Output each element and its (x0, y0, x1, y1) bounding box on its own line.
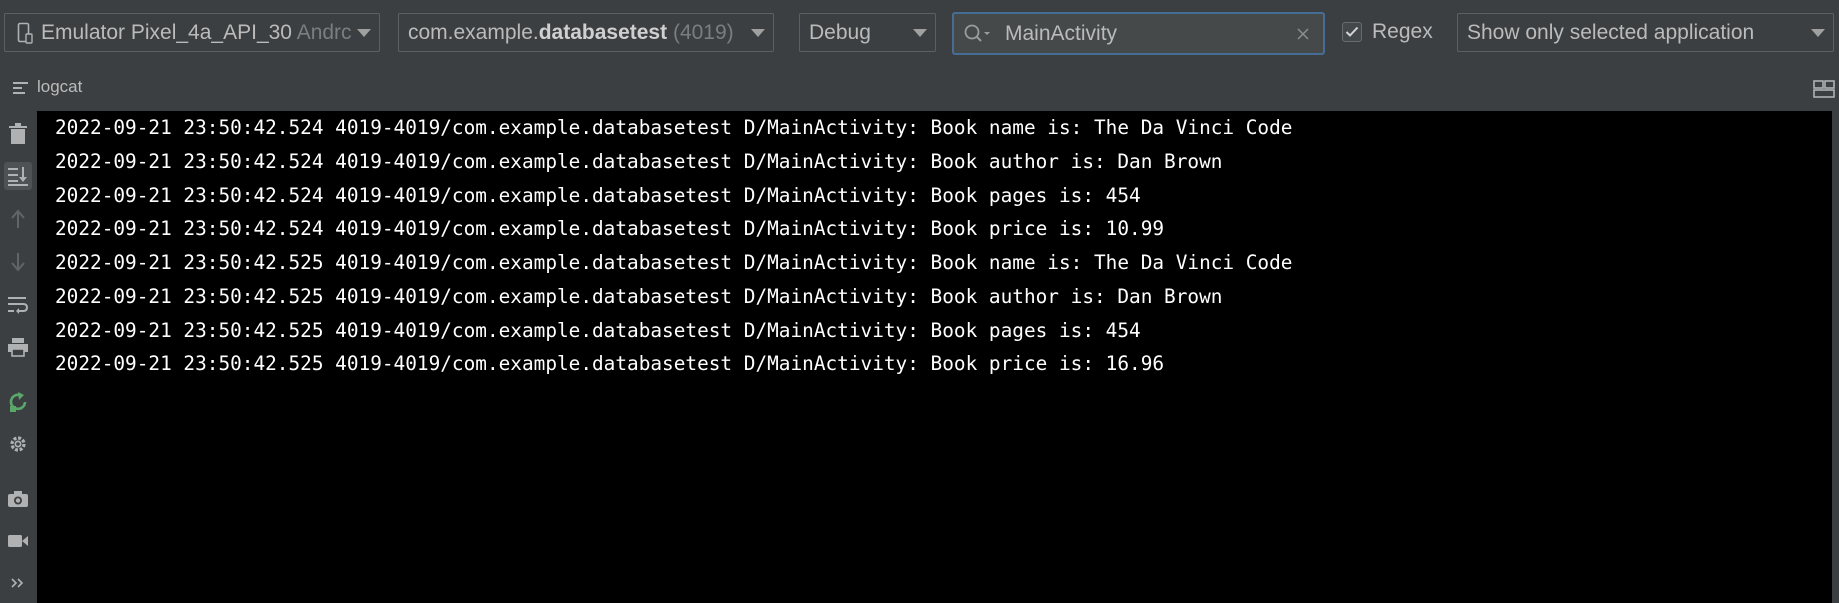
arrow-down-icon[interactable] (4, 248, 32, 276)
panel-title[interactable]: logcat (37, 77, 82, 97)
chevron-down-icon (913, 29, 927, 37)
search-input[interactable]: MainActivity (1005, 22, 1297, 46)
filter-value: Show only selected application (1467, 20, 1755, 44)
device-name-suffix: Andrc (296, 20, 352, 44)
log-line: 2022-09-21 23:50:42.525 4019-4019/com.ex… (55, 285, 1223, 308)
log-level-value: Debug (809, 20, 871, 44)
vertical-scrollbar[interactable] (1832, 111, 1839, 603)
phone-icon (17, 21, 35, 45)
process-package-name: databasetest (538, 20, 668, 44)
chevron-down-icon (1811, 29, 1825, 37)
double-chevron-icon[interactable] (4, 569, 32, 597)
soft-wrap-icon[interactable] (4, 291, 32, 319)
process-pid: (4019) (672, 20, 734, 44)
close-icon[interactable] (1297, 27, 1309, 40)
logcat-actions-sidebar (0, 111, 36, 603)
process-dropdown[interactable]: com.example.databasetest (4019) (398, 13, 774, 52)
process-package-prefix: com.example. (408, 20, 539, 44)
search-field[interactable]: MainActivity (952, 12, 1325, 55)
search-icon (963, 23, 993, 45)
device-name: Emulator Pixel_4a_API_30 (41, 20, 292, 44)
log-line: 2022-09-21 23:50:42.524 4019-4019/com.ex… (55, 217, 1165, 240)
scroll-to-end-icon[interactable] (4, 162, 32, 190)
log-line: 2022-09-21 23:50:42.525 4019-4019/com.ex… (55, 352, 1165, 375)
log-line: 2022-09-21 23:50:42.524 4019-4019/com.ex… (55, 184, 1141, 207)
filter-dropdown[interactable]: Show only selected application (1457, 13, 1834, 52)
log-line: 2022-09-21 23:50:42.524 4019-4019/com.ex… (55, 150, 1223, 173)
regex-label: Regex (1372, 20, 1433, 43)
lines-icon[interactable] (13, 81, 29, 100)
printer-icon[interactable] (4, 333, 32, 361)
check-icon (1345, 26, 1359, 37)
chevron-down-icon (357, 29, 371, 37)
logcat-panel-header: logcat (0, 67, 1839, 112)
logcat-console[interactable]: 2022-09-21 23:50:42.524 4019-4019/com.ex… (37, 111, 1832, 603)
regex-toggle[interactable]: Regex (1342, 20, 1433, 44)
log-line: 2022-09-21 23:50:42.524 4019-4019/com.ex… (55, 116, 1293, 139)
log-line: 2022-09-21 23:50:42.525 4019-4019/com.ex… (55, 251, 1293, 274)
restart-icon[interactable] (4, 388, 32, 416)
logcat-toolbar: Emulator Pixel_4a_API_30 Andrc com.examp… (0, 0, 1839, 67)
video-camera-icon[interactable] (4, 527, 32, 555)
log-line: 2022-09-21 23:50:42.525 4019-4019/com.ex… (55, 319, 1141, 342)
arrow-up-icon[interactable] (4, 205, 32, 233)
camera-icon[interactable] (4, 485, 32, 513)
device-dropdown[interactable]: Emulator Pixel_4a_API_30 Andrc (4, 13, 380, 52)
trash-icon[interactable] (4, 120, 32, 148)
layout-icon[interactable] (1813, 79, 1835, 104)
log-level-dropdown[interactable]: Debug (799, 13, 936, 52)
gear-icon[interactable] (4, 430, 32, 458)
chevron-down-icon (751, 29, 765, 37)
regex-checkbox[interactable] (1342, 22, 1362, 42)
